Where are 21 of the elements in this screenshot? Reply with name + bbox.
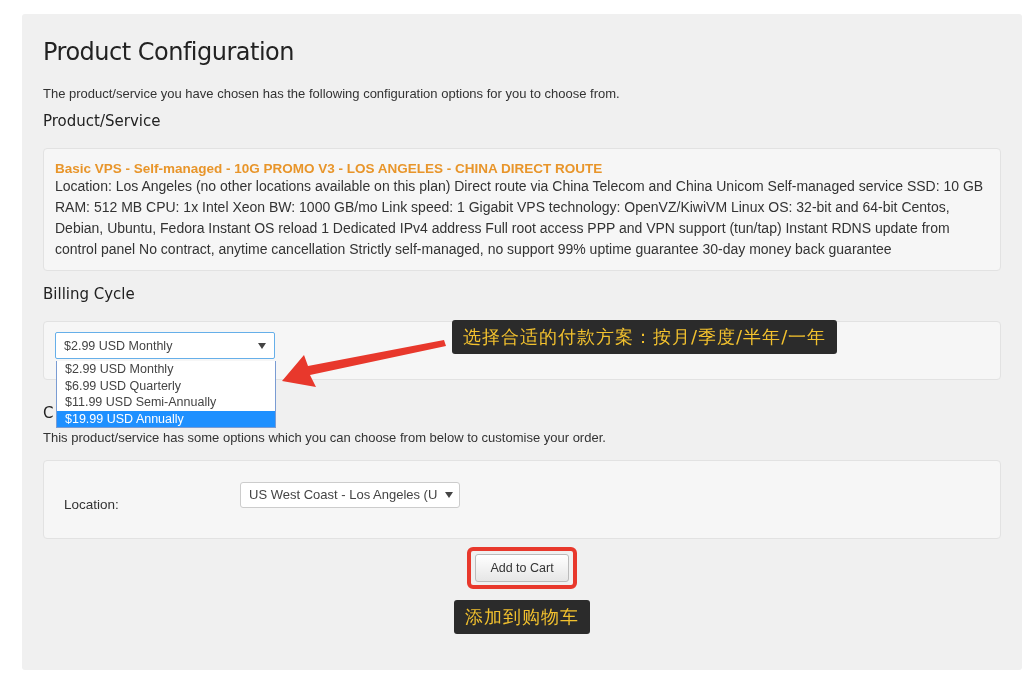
dropdown-option[interactable]: $11.99 USD Semi-Annually [57, 394, 275, 411]
page-title: Product Configuration [43, 38, 295, 66]
options-intro: This product/service has some options which you can choose from below to customise your order. [43, 430, 607, 445]
caret-icon [445, 491, 453, 498]
billing-select[interactable]: $2.99 USD Monthly [55, 332, 275, 359]
location-label: Location: [64, 496, 120, 512]
callout-label: 选择合适的付款方案：按月/季度/半年/一年 [452, 320, 838, 354]
product-description: Location: Los Angeles (no other locations available on this plan) Direct route via China Telecom and China Unicom Self-managed service SSD: 10 GB RAM: 512 MB CPU: 1x Intel Xeon BW: 1000 GB/mo Link speed: 1 Gigabit VPS technology: OpenVZ/KiwiVM Linux OS: 32-bit and 64-bit Centos, Debian, Ubuntu, Fedora Instant OS reload 1 Dedicated IPv4 address Full root access PPP and VPN support (tun/tap) Instant RDNS update from control panel No contract, anytime cancellation Strictly self-managed, no support 99% uptime guarantee 30-day money back guarantee [55, 177, 985, 259]
intro-text: The product/service you have chosen has the following configuration options for you to choose from. [43, 86, 621, 101]
section-heading: Billing Cycle [43, 285, 136, 303]
dropdown-option[interactable]: $2.99 USD Monthly [57, 361, 275, 378]
section-heading: Product/Service [43, 112, 162, 130]
caret-icon [258, 342, 266, 349]
dropdown-option[interactable]: $6.99 USD Quarterly [57, 377, 275, 394]
select-value: US West Coast - Los Angeles (U [249, 487, 438, 502]
section-heading: C [43, 404, 54, 422]
callout-label: 添加到购物车 [454, 600, 590, 634]
location-select[interactable]: US West Coast - Los Angeles (U [240, 481, 460, 508]
product-name: Basic VPS - Self-managed - 10G PROMO V3 - LOS ANGELES - CHINA DIRECT ROUTE [55, 161, 604, 176]
add-to-cart-button[interactable]: Add to Cart [475, 554, 569, 582]
select-value: $2.99 USD Monthly [64, 338, 173, 353]
